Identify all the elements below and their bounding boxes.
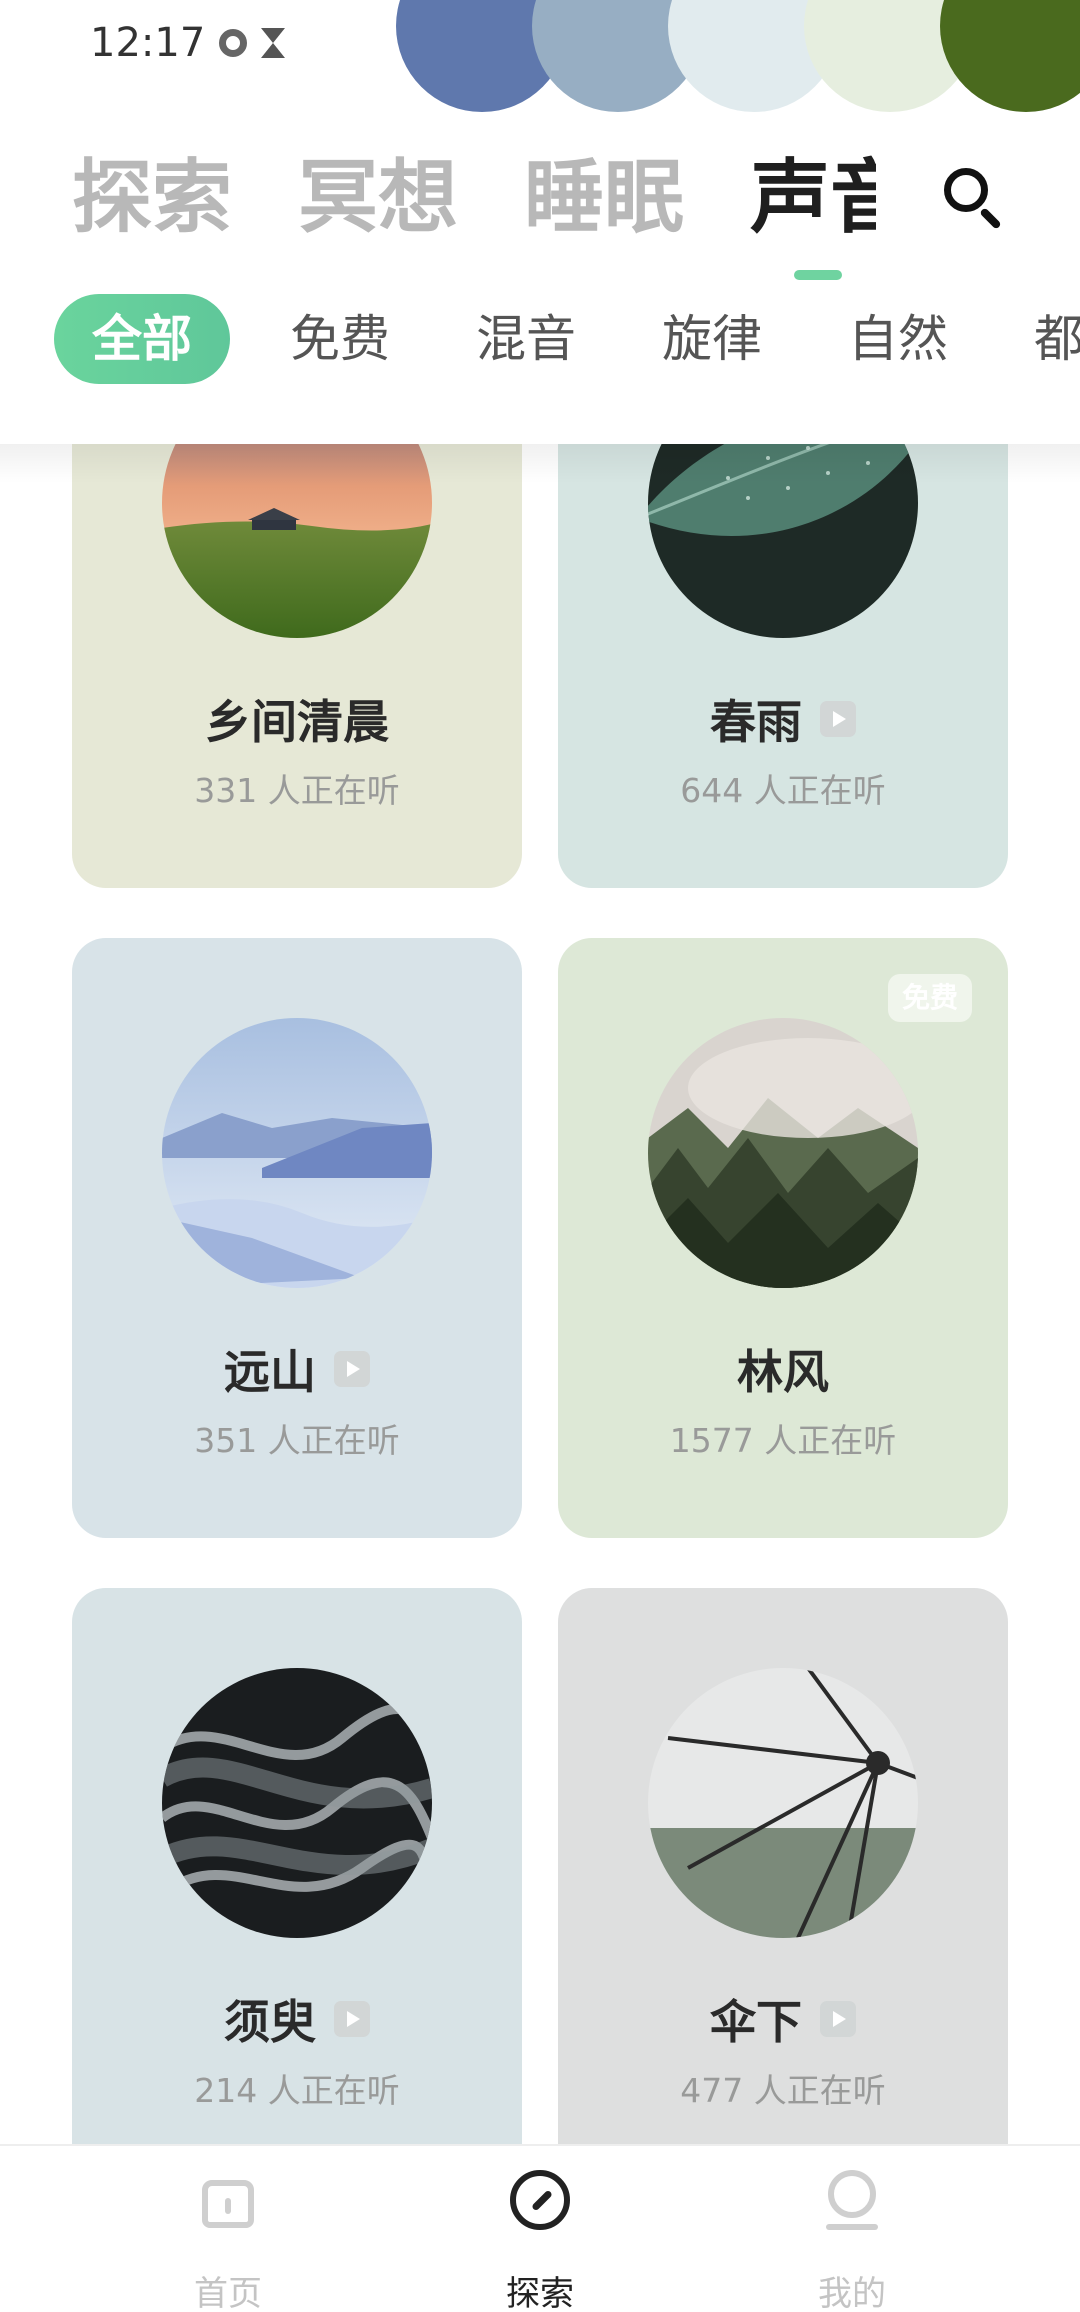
card-title: 远山 bbox=[224, 1345, 316, 1399]
status-time: 12:17 bbox=[90, 20, 206, 66]
free-badge: 免费 bbox=[887, 974, 972, 1022]
main-tab-bar: 探索 冥想 睡眠 声音 bbox=[72, 148, 1080, 258]
card-title: 春雨 bbox=[710, 695, 802, 749]
chip-free[interactable]: 免费 bbox=[250, 294, 430, 384]
nav-home[interactable]: 首页 bbox=[128, 2146, 328, 2312]
tab-explore[interactable]: 探索 bbox=[72, 148, 232, 248]
card-artwork-forest bbox=[648, 1018, 918, 1288]
listener-count: 351 人正在听 bbox=[194, 1421, 400, 1460]
listener-count: 331 人正在听 bbox=[194, 771, 400, 810]
listener-count: 1577 人正在听 bbox=[669, 1421, 897, 1460]
header-shadow bbox=[0, 444, 1080, 484]
card-artwork-umbrella bbox=[648, 1668, 918, 1938]
active-tab-indicator bbox=[794, 270, 842, 280]
card-title: 林风 bbox=[737, 1345, 829, 1399]
card-artwork-mountains bbox=[162, 1018, 432, 1288]
chip-nature[interactable]: 自然 bbox=[808, 294, 988, 384]
card-title: 乡间清晨 bbox=[205, 695, 389, 749]
category-chips: 全部 免费 混音 旋律 自然 都市 bbox=[54, 294, 1080, 384]
sound-card[interactable]: 远山 351 人正在听 bbox=[72, 938, 522, 1538]
play-icon bbox=[334, 2001, 370, 2037]
tab-sleep[interactable]: 睡眠 bbox=[524, 148, 684, 248]
compass-icon bbox=[508, 2168, 572, 2232]
search-icon[interactable] bbox=[942, 166, 1006, 230]
chip-mix[interactable]: 混音 bbox=[436, 294, 616, 384]
chip-city[interactable]: 都市 bbox=[994, 294, 1080, 384]
tab-sound[interactable]: 声音 bbox=[750, 148, 876, 248]
palette-circle bbox=[940, 0, 1080, 112]
chip-all[interactable]: 全部 bbox=[54, 294, 230, 384]
nav-me[interactable]: 我的 bbox=[752, 2146, 952, 2312]
sound-card[interactable]: 春雨 644 人正在听 bbox=[558, 444, 1008, 888]
sound-card[interactable]: 免费 林风 1577 人正在听 bbox=[558, 938, 1008, 1538]
hourglass-icon bbox=[261, 28, 286, 58]
bottom-nav: 首页 探索 我的 bbox=[0, 2144, 1080, 2312]
status-ring-icon bbox=[219, 29, 248, 57]
play-icon bbox=[334, 1351, 370, 1387]
sound-grid: 乡间清晨 331 人正在听 春雨 644 人正在听 远山 351 人正在听 免费… bbox=[0, 444, 1080, 2144]
app-screen: 12:17 探索 冥想 睡眠 声音 全部 免费 混音 旋律 自然 都市 bbox=[0, 0, 1080, 2312]
status-bar: 12:17 bbox=[90, 18, 286, 68]
nav-label: 探索 bbox=[506, 2274, 574, 2312]
tab-meditation[interactable]: 冥想 bbox=[298, 148, 458, 248]
home-icon bbox=[196, 2168, 260, 2232]
sound-card[interactable]: 伞下 477 人正在听 bbox=[558, 1588, 1008, 2144]
sound-card[interactable]: 须臾 214 人正在听 bbox=[72, 1588, 522, 2144]
nav-label: 我的 bbox=[818, 2274, 886, 2312]
play-icon bbox=[820, 701, 856, 737]
listener-count: 477 人正在听 bbox=[680, 2071, 886, 2110]
card-title: 须臾 bbox=[224, 1995, 316, 2049]
card-title: 伞下 bbox=[710, 1995, 802, 2049]
listener-count: 214 人正在听 bbox=[194, 2071, 400, 2110]
nav-explore[interactable]: 探索 bbox=[440, 2146, 640, 2312]
play-icon bbox=[820, 2001, 856, 2037]
listener-count: 644 人正在听 bbox=[680, 771, 886, 810]
card-artwork-smoke bbox=[162, 1668, 432, 1938]
chip-melody[interactable]: 旋律 bbox=[622, 294, 802, 384]
nav-label: 首页 bbox=[194, 2274, 262, 2312]
profile-icon bbox=[820, 2168, 884, 2232]
sound-card[interactable]: 乡间清晨 331 人正在听 bbox=[72, 444, 522, 888]
